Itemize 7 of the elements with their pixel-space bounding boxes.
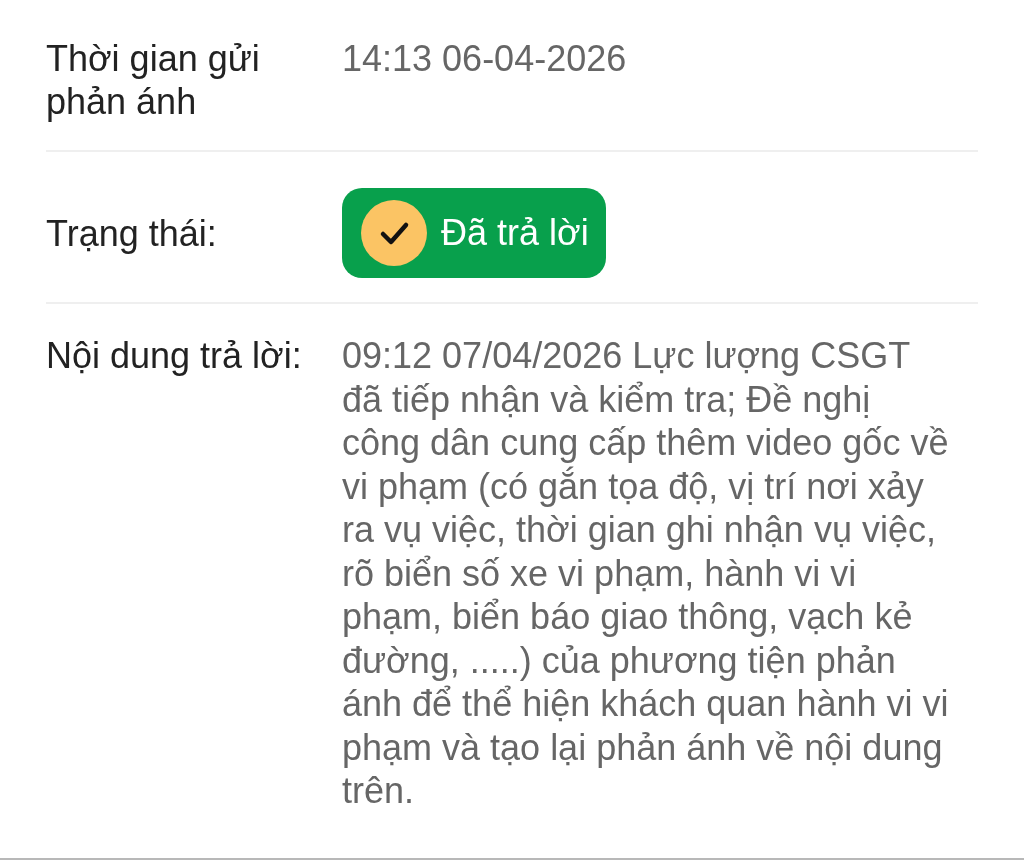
field-value: 14:13 06-04-2026 (342, 37, 628, 81)
status-text: Đã trả lời (441, 211, 589, 255)
check-icon (361, 200, 427, 266)
field-label: Thời gian gửi phản ánh (46, 37, 261, 123)
field-label: Nội dung trả lời: (46, 334, 303, 377)
field-label: Trạng thái: (46, 211, 218, 255)
field-value: 09:12 07/04/2026 Lực lượng CSGT đã tiếp nhận và kiểm tra; Đề nghị công dân cung cấp thêm video gốc về vi phạm (có gắn tọa độ, vị trí nơi xảy ra vụ việc, thời gian ghi nhận vụ việc, rõ biển số xe vi phạm, hành vi vi phạm, biển báo giao thông, vạch kẻ đường, .....) của phương tiện phản ánh để thể hiện khách quan hành vi vi phạm và tạo lại phản ánh về nội dung trên. (342, 334, 950, 813)
